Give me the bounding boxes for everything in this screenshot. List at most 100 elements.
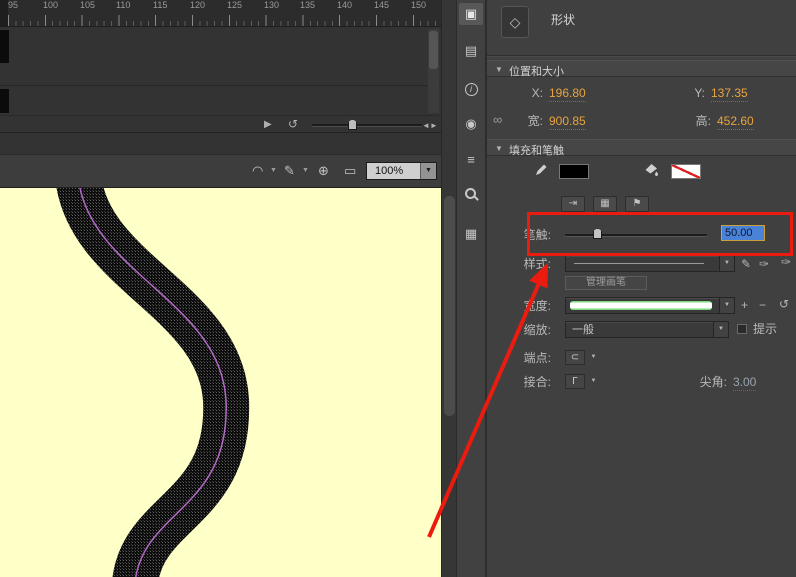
scrollbar-thumb[interactable] [444, 196, 455, 416]
stroke-color-swatch[interactable] [559, 164, 589, 179]
ruler-number: 95 [8, 0, 18, 10]
edit-bar: ◠ ▼ ✎ ▼ ⊕ ▭ 100% ▼ [0, 154, 441, 188]
info-glyph: i [465, 83, 478, 96]
chevron-down-icon[interactable]: ▼ [587, 350, 600, 365]
link-dimensions-icon[interactable]: ∞ [493, 112, 502, 127]
y-label: Y: [685, 85, 705, 101]
align-glyph: ≡ [467, 152, 475, 167]
style-label: 样式: [495, 256, 551, 272]
flash-workspace: 95 100 105 110 115 120 125 130 135 140 1… [0, 0, 796, 577]
reset-icon[interactable]: ↺ [779, 296, 789, 312]
play-icon[interactable]: ▶ [264, 117, 272, 133]
stroke-option-button-3[interactable]: ⚑ [625, 196, 649, 212]
info-icon[interactable]: i [459, 77, 483, 99]
chevron-down-icon[interactable]: ▼ [302, 162, 309, 180]
join-style-button[interactable]: Γ [565, 374, 585, 389]
height-value[interactable]: 452.60 [717, 113, 754, 130]
center-frame-icon[interactable]: ⊕ [318, 162, 329, 180]
cap-label: 端点: [495, 350, 551, 366]
scale-dropdown[interactable]: 一般 ▼ [565, 321, 729, 338]
timeline-zoom-slider[interactable] [312, 124, 422, 126]
section-title: 位置和大小 [509, 63, 564, 79]
ruler-number: 120 [190, 0, 205, 10]
timeline-layer-block [0, 89, 9, 113]
timeline-control-bar: ▶ ↺ ◄► [0, 115, 441, 133]
zoom-value: 100% [367, 163, 420, 179]
y-value[interactable]: 137.35 [711, 85, 748, 102]
zoom-icon[interactable] [459, 186, 483, 208]
shape-path [0, 188, 441, 577]
grid-icon[interactable]: ▦ [459, 223, 483, 245]
panel-title: 形状 [551, 11, 575, 28]
printer-icon[interactable]: ▤ [459, 40, 483, 62]
panels-icon[interactable]: ▣ [459, 3, 483, 25]
ink-pen-icon[interactable]: ✎ [284, 162, 295, 180]
chevron-down-icon[interactable]: ▼ [719, 256, 734, 271]
width-value[interactable]: 900.85 [549, 113, 586, 130]
ruler-number: 110 [116, 0, 130, 10]
stroke-slider[interactable] [565, 234, 707, 236]
scale-value: 一般 [572, 323, 594, 337]
collapse-triangle-icon: ▼ [495, 65, 503, 74]
ruler-number: 135 [300, 0, 315, 10]
cap-style-button[interactable]: ⊂ [565, 350, 585, 365]
chevron-down-icon[interactable]: ▼ [420, 163, 436, 179]
hints-label: 提示 [753, 321, 783, 337]
chevron-down-icon[interactable]: ▼ [270, 162, 277, 180]
scrollbar-thumb[interactable] [429, 31, 438, 69]
grid-glyph: ▦ [465, 226, 477, 241]
width-profile-dropdown[interactable]: ▼ [565, 297, 735, 314]
shape-badge-icon: ◇ [501, 6, 529, 38]
join-label: 接合: [495, 374, 551, 390]
color-icon[interactable]: ◉ [459, 113, 483, 135]
chevron-down-icon[interactable]: ▼ [719, 298, 734, 313]
zoom-dropdown[interactable]: 100% ▼ [366, 162, 437, 180]
timeline-scrollbar[interactable] [428, 29, 439, 113]
printer-glyph: ▤ [465, 43, 477, 58]
section-position-size[interactable]: ▼ 位置和大小 [487, 60, 796, 77]
section-fill-stroke[interactable]: ▼ 填充和笔触 [487, 139, 796, 156]
stroke-slider-thumb[interactable] [593, 228, 602, 239]
manage-brushes-button[interactable]: 管理画笔 [565, 276, 647, 290]
stroke-option-button-2[interactable]: ▦ [593, 196, 617, 212]
width-label: 宽: [517, 113, 543, 129]
miter-value[interactable]: 3.00 [733, 374, 756, 391]
ruler-number: 150 [411, 0, 426, 10]
loop-icon[interactable]: ↺ [288, 116, 298, 132]
smooth-curve-icon[interactable]: ◠ [252, 162, 263, 180]
minus-icon[interactable]: − [759, 297, 766, 313]
divider [487, 55, 796, 57]
panels-glyph: ▣ [465, 6, 477, 21]
line-style-preview [574, 263, 704, 264]
chevron-down-icon[interactable]: ▼ [587, 374, 600, 389]
edit-stroke-style-icon[interactable]: ✎ [741, 256, 751, 272]
stage-canvas[interactable] [0, 188, 441, 577]
brush-icon[interactable]: ✑ [759, 256, 769, 272]
x-label: X: [523, 85, 543, 101]
timeline-zoom-thumb[interactable] [348, 119, 357, 130]
ruler-number: 145 [374, 0, 389, 10]
width-profile-preview [570, 301, 712, 310]
fit-timeline-icon[interactable]: ◄► [422, 118, 438, 134]
hints-checkbox[interactable] [737, 324, 747, 334]
timeline-layer-block [0, 30, 9, 63]
stroke-value-input[interactable]: 50.00 [721, 225, 765, 241]
paint-bucket-icon [643, 161, 659, 177]
ruler-number: 130 [264, 0, 279, 10]
plus-icon[interactable]: + [741, 297, 748, 313]
panel-dock: ▣ ▤ i ◉ ≡ ▦ [456, 0, 486, 577]
zoom-glyph [464, 187, 478, 201]
x-value[interactable]: 196.80 [549, 85, 586, 102]
align-icon[interactable]: ≡ [459, 149, 483, 171]
miter-label: 尖角: [691, 374, 727, 390]
stroke-option-button-1[interactable]: ⇥ [561, 196, 585, 212]
clip-content-icon[interactable]: ▭ [344, 162, 356, 180]
ruler-number: 100 [43, 0, 58, 10]
chevron-down-icon[interactable]: ▼ [713, 322, 728, 337]
style-dropdown[interactable]: ▼ [565, 255, 735, 272]
scale-label: 缩放: [495, 322, 551, 338]
brush-library-icon[interactable]: ✑ [781, 254, 791, 270]
stage-scrollbar[interactable] [441, 0, 456, 577]
fill-color-swatch[interactable] [671, 164, 701, 179]
stroke-width-label: 宽度: [495, 298, 551, 314]
